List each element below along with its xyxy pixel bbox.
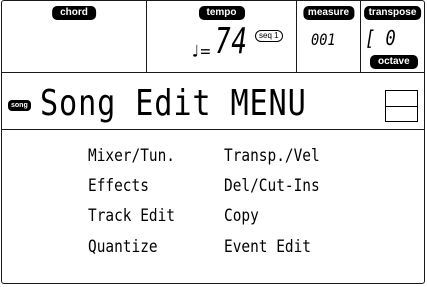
menu-item-quantize[interactable]: Quantize: [88, 237, 158, 257]
menu-item-event-edit[interactable]: Event Edit: [224, 237, 311, 257]
status-bar: chord tempo ♩= 74 seq 1 measure 001 tran…: [2, 0, 424, 72]
menu-item-transp-vel[interactable]: Transp./Vel: [224, 146, 320, 166]
measure-label: measure: [302, 6, 355, 20]
page-title: Song Edit MENU: [40, 83, 307, 124]
menu-item-effects[interactable]: Effects: [88, 176, 149, 196]
tempo-source-badge: seq 1: [255, 30, 283, 42]
octave-label: octave: [370, 55, 418, 69]
song-mode-badge: song: [8, 100, 31, 111]
menu-item-mixer-tun[interactable]: Mixer/Tun.: [88, 146, 175, 166]
page-indicator-icon[interactable]: [385, 90, 418, 122]
tempo-value: 74: [215, 21, 248, 62]
transpose-cell[interactable]: transpose [ 0 octave: [361, 0, 424, 72]
chord-cell[interactable]: chord: [2, 0, 147, 72]
menu-item-track-edit[interactable]: Track Edit: [88, 206, 175, 226]
quarter-note-icon: ♩=: [190, 42, 211, 62]
menu-item-copy[interactable]: Copy: [224, 206, 259, 226]
tempo-label: tempo: [198, 6, 245, 20]
transpose-label: transpose: [363, 6, 422, 20]
divider-top: [2, 72, 424, 73]
tempo-cell[interactable]: tempo ♩= 74 seq 1: [147, 0, 297, 72]
transpose-value: [ 0: [365, 26, 396, 50]
measure-value: 001: [311, 30, 336, 49]
menu-item-del-cut-ins[interactable]: Del/Cut-Ins: [224, 176, 320, 196]
chord-label: chord: [52, 6, 96, 20]
measure-cell[interactable]: measure 001: [297, 0, 361, 72]
divider-title: [2, 129, 424, 130]
display-screen: chord tempo ♩= 74 seq 1 measure 001 tran…: [0, 0, 427, 287]
